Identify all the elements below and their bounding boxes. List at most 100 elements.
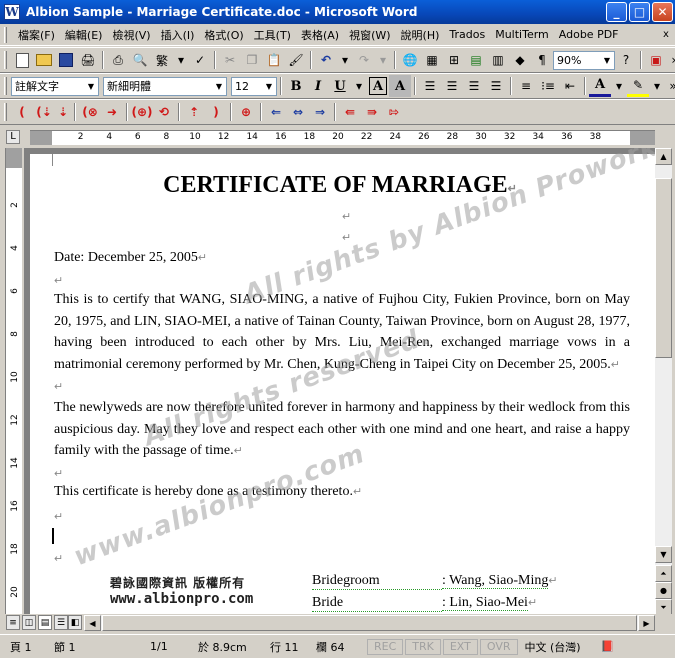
trados-down-button[interactable]: ⇣	[55, 101, 71, 123]
save-button[interactable]	[55, 49, 77, 71]
horizontal-scrollbar[interactable]: ◀ ▶	[84, 615, 655, 631]
toolbar-grip[interactable]	[4, 51, 7, 69]
insert-table-button[interactable]: ⊞	[443, 49, 465, 71]
tab-selector[interactable]: L	[6, 130, 20, 144]
menu-table[interactable]: 表格(A)	[296, 27, 344, 43]
vertical-ruler[interactable]: 2 4 6 8 10 12 14 16 18 20	[5, 148, 22, 614]
trados-open-segment-button[interactable]: (	[11, 101, 33, 123]
document-page[interactable]: CERTIFICATE OF MARRIAGE ↵ ↵ ↵ Date: Decem…	[30, 148, 655, 614]
trados-concordance-button[interactable]: ⊕	[235, 101, 257, 123]
toolbar-grip[interactable]	[4, 103, 7, 121]
trados-close-open-button[interactable]: (⊗	[79, 101, 101, 123]
toolbar-options[interactable]: »	[665, 75, 675, 97]
vertical-scrollbar[interactable]: ▲ ▼ ⏶ ● ⏷	[655, 148, 672, 616]
menu-file[interactable]: 檔案(F)	[13, 27, 60, 43]
show-hide-button[interactable]: ¶	[531, 49, 553, 71]
undo-dropdown[interactable]: ▾	[337, 49, 353, 71]
web-view-button[interactable]: ◫	[22, 615, 36, 630]
permission-button[interactable]: 🖨	[77, 49, 99, 71]
scroll-up-button[interactable]: ▲	[655, 148, 672, 165]
date-line[interactable]: Date: December 25, 2005↵	[54, 250, 207, 266]
scroll-right-button[interactable]: ▶	[638, 615, 655, 631]
status-ext[interactable]: EXT	[442, 638, 478, 655]
highlight-dropdown[interactable]: ▾	[649, 75, 665, 97]
trados-next-term-button[interactable]: ⇒	[309, 101, 331, 123]
trados-translate-until-button[interactable]: ⇛	[361, 101, 383, 123]
menu-insert[interactable]: 插入(I)	[156, 27, 200, 43]
scroll-down-button[interactable]: ▼	[655, 546, 672, 563]
document-area[interactable]: CERTIFICATE OF MARRIAGE ↵ ↵ ↵ Date: Decem…	[24, 148, 655, 614]
maximize-button[interactable]: □	[629, 2, 650, 22]
align-center-button[interactable]: ☰	[441, 75, 463, 97]
trados-previous-term-button[interactable]: ⇐	[265, 101, 287, 123]
style-combo[interactable]: 註解文字 ▼	[11, 76, 99, 96]
italic-button[interactable]: I	[307, 75, 329, 97]
scroll-left-button[interactable]: ◀	[84, 615, 101, 631]
font-color-button[interactable]: A	[589, 75, 611, 97]
pdf-convert-button[interactable]: ▣	[645, 49, 667, 71]
redo-button[interactable]: ↷	[353, 49, 375, 71]
toolbar-options[interactable]: »	[667, 49, 675, 71]
print-button[interactable]: ⎙	[107, 49, 129, 71]
trados-restore-button[interactable]: ⟲	[153, 101, 175, 123]
menu-edit[interactable]: 編輯(E)	[60, 27, 108, 43]
new-document-button[interactable]	[11, 49, 33, 71]
character-shading-button[interactable]: A	[389, 75, 411, 97]
decrease-indent-button[interactable]: ⇤	[559, 75, 581, 97]
menu-tools[interactable]: 工具(T)	[249, 27, 296, 43]
trados-close-segment-button[interactable]: )	[205, 101, 227, 123]
hyperlink-button[interactable]: 🌐	[399, 49, 421, 71]
toolbar-grip[interactable]	[4, 77, 7, 95]
redo-dropdown[interactable]: ▾	[375, 49, 391, 71]
align-left-button[interactable]: ☰	[419, 75, 441, 97]
character-border-button[interactable]: A	[367, 75, 389, 97]
underline-dropdown[interactable]: ▾	[351, 75, 367, 97]
traditional-chinese-button[interactable]: 繁	[151, 49, 173, 71]
align-right-button[interactable]: ☰	[463, 75, 485, 97]
word-app-icon[interactable]: W	[4, 4, 20, 20]
minimize-button[interactable]: _	[606, 2, 627, 22]
bullets-button[interactable]: ⁝≡	[537, 75, 559, 97]
vertical-scroll-thumb[interactable]	[655, 178, 672, 358]
insert-excel-button[interactable]: ▤	[465, 49, 487, 71]
menu-multiterm[interactable]: MultiTerm	[490, 28, 554, 41]
font-color-dropdown[interactable]: ▾	[611, 75, 627, 97]
outline-view-button[interactable]: ☰	[54, 615, 68, 630]
menu-window[interactable]: 視窗(W)	[344, 27, 395, 43]
font-combo[interactable]: 新細明體 ▼	[103, 76, 227, 96]
horizontal-ruler[interactable]: 2 4 6 8 10 12 14 16 18 20 22 24 26 28 30 32 34 36 38	[30, 130, 655, 145]
columns-button[interactable]: ▥	[487, 49, 509, 71]
status-trk[interactable]: TRK	[405, 638, 441, 655]
close-document-icon[interactable]: x	[660, 29, 672, 41]
paste-button[interactable]: 📋	[263, 49, 285, 71]
trados-get-translation-button[interactable]: (⊕)	[131, 101, 153, 123]
zoom-combo[interactable]: 90% ▼	[553, 50, 615, 70]
status-rec[interactable]: REC	[367, 638, 404, 655]
trados-add-term-button[interactable]: ⇔	[287, 101, 309, 123]
status-ovr[interactable]: OVR	[479, 638, 518, 655]
justify-button[interactable]: ☰	[485, 75, 507, 97]
normal-view-button[interactable]: ≡	[6, 615, 20, 630]
spelling-status-icon[interactable]: 📕	[595, 638, 621, 656]
cut-button[interactable]: ✂	[219, 49, 241, 71]
undo-button[interactable]: ↶	[315, 49, 337, 71]
numbering-button[interactable]: ≡	[515, 75, 537, 97]
previous-page-button[interactable]: ⏶	[655, 565, 672, 582]
menu-format[interactable]: 格式(O)	[199, 27, 248, 43]
close-button[interactable]: ✕	[652, 2, 673, 22]
bold-button[interactable]: B	[285, 75, 307, 97]
open-button[interactable]	[33, 49, 55, 71]
font-size-combo[interactable]: 12 ▼	[231, 76, 277, 96]
menu-adobe-pdf[interactable]: Adobe PDF	[554, 28, 624, 41]
select-browse-object-button[interactable]: ●	[655, 582, 672, 599]
menu-help[interactable]: 說明(H)	[396, 27, 445, 43]
print-preview-button[interactable]: 🔍	[129, 49, 151, 71]
tables-borders-button[interactable]: ▦	[421, 49, 443, 71]
reading-view-button[interactable]: ◧	[68, 615, 82, 630]
underline-button[interactable]: U	[329, 75, 351, 97]
horizontal-scroll-thumb[interactable]	[102, 615, 637, 631]
copy-button[interactable]: ❐	[241, 49, 263, 71]
status-language[interactable]: 中文 (台灣)	[519, 638, 595, 656]
format-painter-button[interactable]: 🖌	[285, 49, 307, 71]
menu-trados[interactable]: Trados	[444, 28, 490, 41]
